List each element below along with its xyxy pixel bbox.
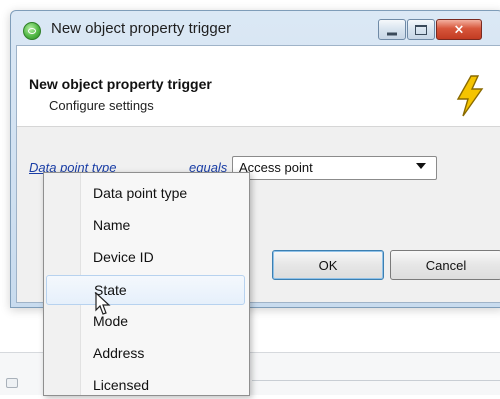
dropdown-item-device-id[interactable]: Device ID [46,243,245,271]
minimize-button[interactable] [378,19,406,40]
dropdown-item-address[interactable]: Address [46,339,245,367]
dropdown-item-label: Device ID [93,249,154,265]
dropdown-item-licensed[interactable]: Licensed [46,371,245,399]
maximize-button[interactable] [407,19,435,40]
chevron-down-icon [416,163,426,169]
value-dropdown[interactable]: Access point [232,156,437,180]
app-icon [23,22,41,40]
dropdown-item-label: Address [93,345,145,361]
desktop-icon [6,378,18,388]
dropdown-item-state[interactable]: State [46,275,245,305]
dropdown-item-label: Data point type [93,185,188,201]
ok-button[interactable]: OK [272,250,384,280]
minimize-icon [387,32,397,35]
dialog-header: New object property trigger Configure se… [17,46,500,127]
title-bar[interactable]: New object property trigger × [11,11,500,49]
close-button[interactable]: × [436,19,482,40]
dropdown-item-mode[interactable]: Mode [46,307,245,335]
dropdown-item-data-point-type[interactable]: Data point type [46,179,245,207]
value-dropdown-text: Access point [239,160,313,175]
dropdown-list[interactable]: Data point type Name Device ID State Mod… [43,172,250,396]
dropdown-item-name[interactable]: Name [46,211,245,239]
mouse-cursor-icon [95,292,111,315]
dropdown-item-label: Name [93,217,131,233]
header-subtitle: Configure settings [49,98,154,113]
maximize-icon [415,24,427,35]
window-title: New object property trigger [51,20,232,37]
desktop-divider [252,380,500,381]
cancel-button[interactable]: Cancel [390,250,500,280]
lightning-bolt-icon [456,75,484,117]
dropdown-item-label: Licensed [93,377,150,393]
close-icon: × [453,22,465,37]
header-title: New object property trigger [29,76,212,92]
